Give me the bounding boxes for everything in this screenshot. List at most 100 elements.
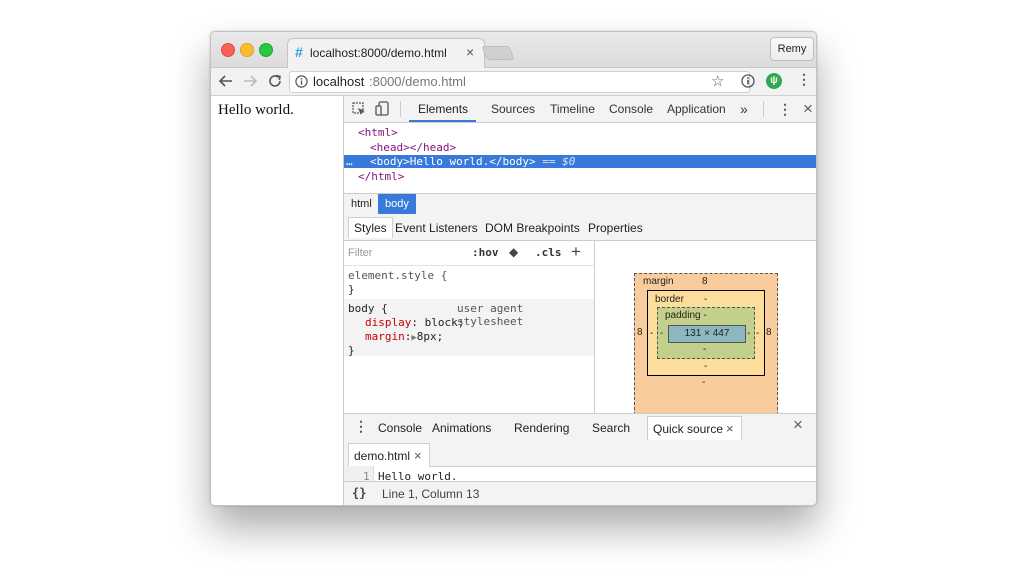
prop-display-name[interactable]: display xyxy=(365,316,411,329)
breadcrumb: html body xyxy=(344,193,816,215)
padding-label: padding - xyxy=(665,310,707,321)
toolbar-divider-2 xyxy=(763,101,764,117)
devtools-tab-bar: Elements Sources Timeline Console Applic… xyxy=(344,96,816,123)
tab-timeline[interactable]: Timeline xyxy=(550,96,595,122)
margin-bottom-dash: - xyxy=(702,377,706,388)
box-model-padding[interactable]: padding - - - - 131 × 447 xyxy=(657,307,755,359)
toolbar-divider xyxy=(400,101,401,117)
padding-left-value: - xyxy=(660,328,664,339)
tab-styles[interactable]: Styles xyxy=(348,217,393,238)
tab-properties[interactable]: Properties xyxy=(588,218,643,238)
padding-bottom-value: - xyxy=(703,344,707,355)
drawer-tab-bar: ⋮ Console Animations Rendering Search Qu… xyxy=(344,413,816,441)
title-bar: # localhost:8000/demo.html × Remy xyxy=(211,32,816,69)
tab-application[interactable]: Application xyxy=(667,96,726,122)
hover-state-toggle[interactable]: :hov xyxy=(472,246,499,259)
browser-menu-icon[interactable]: ⋮ xyxy=(797,71,811,88)
dom-node-html-open[interactable]: <html> xyxy=(358,126,398,139)
code-editor[interactable]: 1 Hello world. xyxy=(344,466,816,505)
element-style-rule[interactable]: element.style { xyxy=(348,269,447,282)
active-tab-indicator xyxy=(409,120,476,122)
drawer-tab-animations[interactable]: Animations xyxy=(432,421,491,435)
prop-margin-name[interactable]: margin xyxy=(365,330,405,343)
dom-tree: <html> <head></head> … <body>Hello world… xyxy=(344,123,816,193)
tab-elements[interactable]: Elements xyxy=(418,96,468,122)
padding-right-value: - xyxy=(747,328,751,339)
dom-node-html-close[interactable]: </html> xyxy=(358,170,404,183)
editor-file-tab[interactable]: demo.html × xyxy=(348,443,430,467)
styles-filter-input[interactable]: Filter xyxy=(348,247,372,259)
drawer-close-icon[interactable]: × xyxy=(793,415,803,435)
address-bar[interactable]: localhost :8000/demo.html ☆ xyxy=(289,71,750,93)
drawer-tab-rendering[interactable]: Rendering xyxy=(514,421,569,435)
back-arrow-icon[interactable] xyxy=(219,74,233,88)
box-model-content[interactable]: 131 × 447 xyxy=(668,325,746,343)
styles-pane: Filter :hov ◆ .cls + element.style { } b… xyxy=(344,241,595,413)
editor-file-name: demo.html xyxy=(354,449,411,463)
browser-window: # localhost:8000/demo.html × Remy localh… xyxy=(210,31,817,506)
cursor-position: Line 1, Column 13 xyxy=(382,487,480,501)
body-rule-close: } xyxy=(348,344,355,357)
body-selector[interactable]: body { xyxy=(348,302,388,315)
browser-tab[interactable]: # localhost:8000/demo.html × xyxy=(287,38,485,69)
class-toggle[interactable]: .cls xyxy=(535,246,562,259)
dom-node-body-selected[interactable]: … <body>Hello world.</body> == $0 xyxy=(344,155,816,168)
border-right-value: - xyxy=(756,328,760,339)
add-rule-button[interactable]: + xyxy=(571,242,581,262)
tab-close-icon[interactable]: × xyxy=(466,44,474,60)
breadcrumb-body[interactable]: body xyxy=(378,194,416,214)
prop-display-value[interactable]: block; xyxy=(425,316,465,329)
tab-console[interactable]: Console xyxy=(609,96,653,122)
hash-favicon-icon: # xyxy=(295,44,303,60)
device-toolbar-icon[interactable] xyxy=(375,101,389,117)
tab-sources[interactable]: Sources xyxy=(491,96,535,122)
tab-dom-breakpoints[interactable]: DOM Breakpoints xyxy=(485,218,580,238)
rule-source: user agent stylesheet xyxy=(457,302,524,328)
paint-icon[interactable]: ◆ xyxy=(509,245,518,259)
url-path: :8000/demo.html xyxy=(369,74,466,89)
user-agent-rule: body { user agent stylesheet display: bl… xyxy=(344,299,594,357)
devtools-panel: Elements Sources Timeline Console Applic… xyxy=(344,96,816,505)
info-icon[interactable] xyxy=(295,75,308,88)
page-text: Hello world. xyxy=(218,102,294,118)
more-tabs-icon[interactable]: » xyxy=(740,96,748,122)
drawer-menu-icon[interactable]: ⋮ xyxy=(354,418,368,435)
new-tab-button[interactable] xyxy=(481,46,515,60)
pretty-print-button[interactable]: {} xyxy=(352,486,366,500)
dom-node-head[interactable]: <head></head> xyxy=(370,141,456,154)
profile-button[interactable]: Remy xyxy=(770,37,814,61)
prop-margin-value[interactable]: 8px; xyxy=(417,330,444,343)
quick-source-close-icon[interactable]: × xyxy=(726,421,734,436)
sidebar-tabs: Styles Event Listeners DOM Breakpoints P… xyxy=(344,214,816,241)
extension-icon[interactable]: ψ xyxy=(766,73,782,89)
tab-event-listeners[interactable]: Event Listeners xyxy=(395,218,478,238)
drawer-tab-search[interactable]: Search xyxy=(592,421,630,435)
breadcrumb-html[interactable]: html xyxy=(344,194,379,214)
forward-arrow-icon[interactable] xyxy=(243,74,257,88)
reload-icon[interactable] xyxy=(267,73,283,89)
border-left-value: - xyxy=(650,328,654,339)
minimize-window-button[interactable] xyxy=(240,43,254,57)
box-model-margin[interactable]: margin 8 8 8 border - - - - padding - - … xyxy=(634,273,778,413)
bookmark-star-icon[interactable]: ☆ xyxy=(711,72,724,90)
editor-status-bar: {} Line 1, Column 13 xyxy=(344,481,816,505)
styles-toolbar: Filter :hov ◆ .cls + xyxy=(344,241,594,266)
drawer-tab-console[interactable]: Console xyxy=(378,421,422,435)
extension-info-icon[interactable] xyxy=(741,74,755,88)
margin-left-value: 8 xyxy=(637,327,643,338)
border-top-value: - xyxy=(704,294,708,305)
maximize-window-button[interactable] xyxy=(259,43,273,57)
drawer-tab-quick-source[interactable]: Quick source × xyxy=(647,416,742,440)
margin-top-value: 8 xyxy=(702,276,708,287)
close-window-button[interactable] xyxy=(221,43,235,57)
dom-node-suffix: == $0 xyxy=(542,155,576,168)
editor-file-close-icon[interactable]: × xyxy=(414,448,422,463)
page-viewport: Hello world. xyxy=(211,96,344,505)
browser-toolbar: localhost :8000/demo.html ☆ ψ ⋮ xyxy=(211,68,816,96)
devtools-close-icon[interactable]: × xyxy=(803,96,813,122)
devtools-menu-icon[interactable]: ⋮ xyxy=(778,96,792,122)
box-model-border[interactable]: border - - - - padding - - - - 131 × 447 xyxy=(647,290,765,376)
inspect-element-icon[interactable] xyxy=(352,102,366,116)
border-bottom-value: - xyxy=(704,361,708,372)
border-label: border xyxy=(655,294,684,305)
